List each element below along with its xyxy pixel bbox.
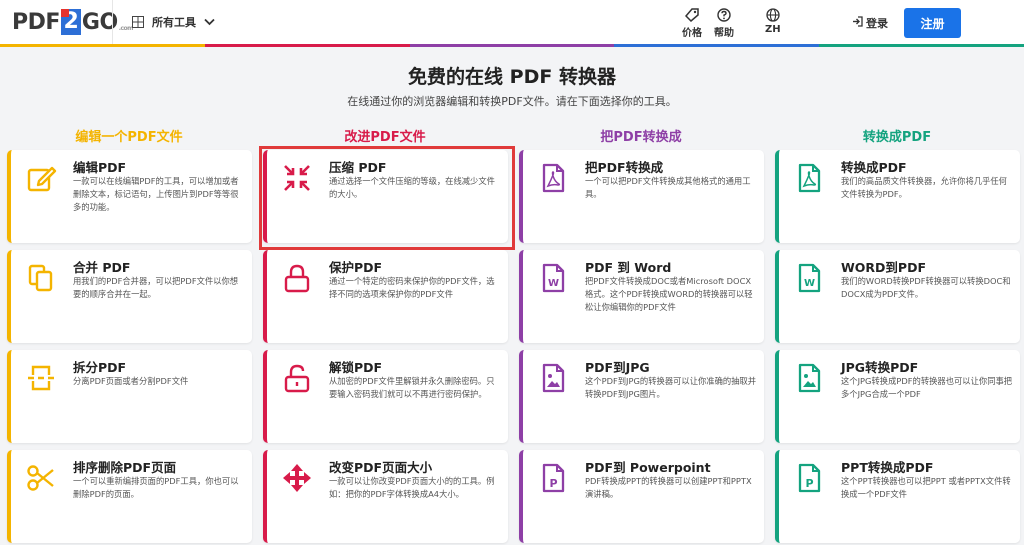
login-label: 登录: [866, 17, 888, 30]
all-tools-label: 所有工具: [152, 16, 196, 29]
tool-card-pdf-to-powerpoint[interactable]: P PDF到 Powerpoint PDF转换成PPT的转换器可以创建PPT和P…: [519, 450, 764, 543]
tool-description: 我们的WORD转换PDF转换器可以转换DOC和DOCX成为PDF文件。: [841, 276, 1011, 299]
image-file-icon: [793, 362, 825, 394]
svg-text:P: P: [805, 477, 813, 490]
tool-card-merge-pdf[interactable]: 合并 PDF 用我们的PDF合并器，可以把PDF文件以你想要的顺序合并在一起。: [7, 250, 252, 343]
tool-title: 压缩 PDF: [329, 160, 387, 175]
image-file-icon: [537, 362, 569, 394]
help-button[interactable]: 帮助: [714, 8, 734, 39]
tool-description: 把PDF文件转换成DOC或者Microsoft DOCX格式。这个PDF转换成W…: [585, 276, 753, 312]
pdf2go-logo[interactable]: PDF 2 GO .com: [12, 8, 133, 36]
tool-description: 这个PPT转换器也可以把PPT 或者PPTX文件转换成一个PDF文件: [841, 476, 1011, 499]
pricing-button[interactable]: 价格: [682, 8, 702, 39]
unlock-icon: [281, 362, 313, 394]
tool-title: 拆分PDF: [73, 360, 127, 375]
tool-title: 合并 PDF: [73, 260, 131, 275]
tool-title: 把PDF转换成: [585, 160, 664, 175]
all-tools-dropdown[interactable]: 所有工具: [132, 12, 215, 32]
heading-convert-to-pdf: 转换成PDF: [862, 130, 932, 145]
heading-improve-pdf: 改进PDF文件: [344, 130, 426, 145]
help-circle-icon: [717, 8, 731, 24]
scissors-icon: [25, 462, 57, 494]
pencil-icon: [25, 162, 57, 194]
pdf-file-icon: [537, 162, 569, 194]
tool-card-pdf-to-word[interactable]: W PDF 到 Word 把PDF文件转换成DOC或者Microsoft DOC…: [519, 250, 764, 343]
tool-title: 解锁PDF: [329, 360, 383, 375]
tool-description: 分离PDF页面或者分割PDF文件: [73, 376, 189, 386]
tool-card-edit-pdf[interactable]: 编辑PDF 一款可以在线编辑PDF的工具，可以增加或者删除文本，标记语句，上传图…: [7, 150, 252, 243]
svg-text:P: P: [549, 477, 557, 490]
chevron-down-icon: [204, 18, 215, 26]
tool-title: 转换成PDF: [841, 160, 907, 175]
globe-icon: [766, 8, 780, 24]
pricing-label: 价格: [682, 28, 702, 39]
tool-description: 一款可以让你改变PDF页面大小的的工具。例如：把你的PDF字体转换成A4大小。: [329, 476, 495, 499]
split-icon: [25, 362, 57, 394]
tool-description: 从加密的PDF文件里解锁并永久删除密码。只要输入密码我们就可以不再进行密码保护。: [329, 376, 495, 399]
svg-text:W: W: [548, 278, 559, 289]
word-file-icon: W: [793, 262, 825, 294]
tool-card-unlock-pdf[interactable]: 解锁PDF 从加密的PDF文件里解锁并永久删除密码。只要输入密码我们就可以不再进…: [263, 350, 508, 443]
heading-convert-from-pdf: 把PDF转换成: [600, 130, 682, 145]
color-stripe: [0, 44, 1024, 47]
tool-title: WORD到PDF: [841, 260, 926, 275]
tool-title: 排序删除PDF页面: [73, 460, 177, 475]
logo-suffix: .com: [118, 25, 134, 32]
tag-icon: [685, 8, 699, 24]
language-label: ZH: [765, 24, 781, 35]
compress-icon: [281, 162, 313, 194]
tool-card-word-to-pdf[interactable]: W WORD到PDF 我们的WORD转换PDF转换器可以转换DOC和DOCX成为…: [775, 250, 1020, 343]
tool-card-resize-pdf[interactable]: 改变PDF页面大小 一款可以让你改变PDF页面大小的的工具。例如：把你的PDF字…: [263, 450, 508, 543]
word-file-icon: W: [537, 262, 569, 294]
tool-card-pdf-to-jpg[interactable]: PDF到JPG 这个PDF到JPG的转换器可以让你准确的抽取并转换PDF到JPG…: [519, 350, 764, 443]
help-label: 帮助: [714, 28, 734, 39]
tool-card-ppt-to-pdf[interactable]: P PPT转换成PDF 这个PPT转换器也可以把PPT 或者PPTX文件转换成一…: [775, 450, 1020, 543]
tool-description: PDF转换成PPT的转换器可以创建PPT和PPTX演讲稿。: [585, 476, 752, 499]
top-navbar: PDF 2 GO .com 所有工具 价格 帮助 ZH 登录 注册: [0, 0, 1024, 44]
grid-icon: [132, 16, 144, 28]
move-arrows-icon: [281, 462, 313, 494]
tool-title: PDF到 Powerpoint: [585, 460, 711, 475]
ppt-file-icon: P: [537, 462, 569, 494]
tool-card-compress-pdf[interactable]: 压缩 PDF 通过选择一个文件压缩的等级，在线减少文件的大小。: [263, 150, 508, 243]
tool-title: 改变PDF页面大小: [329, 460, 433, 475]
tool-title: PPT转换成PDF: [841, 460, 934, 475]
tool-card-protect-pdf[interactable]: 保护PDF 通过一个特定的密码来保护你的PDF文件，选择不同的选项来保护你的PD…: [263, 250, 508, 343]
heading-edit-pdf: 编辑一个PDF文件: [75, 130, 183, 145]
tool-title: 保护PDF: [329, 260, 383, 275]
language-button[interactable]: ZH: [765, 8, 781, 35]
tool-description: 通过选择一个文件压缩的等级，在线减少文件的大小。: [329, 176, 495, 199]
tool-description: 一个可以重新编排页面的PDF工具，你也可以删除PDF的页面。: [73, 476, 239, 499]
page-title: 免费的在线 PDF 转换器: [408, 66, 616, 88]
tool-description: 通过一个特定的密码来保护你的PDF文件，选择不同的选项来保护你的PDF文件: [329, 276, 495, 299]
tool-card-jpg-to-pdf[interactable]: JPG转换PDF 这个JPG转换成PDF的转换器也可以让你同事把多个JPG合成一…: [775, 350, 1020, 443]
tool-description: 一款可以在线编辑PDF的工具，可以增加或者删除文本，标记语句，上传图片到PDF等…: [73, 176, 239, 212]
tool-card-convert-to-pdf[interactable]: 转换成PDF 我们的高品质文件转换器，允许你将几乎任何文件转换为PDF。: [775, 150, 1020, 243]
signup-button[interactable]: 注册: [904, 8, 961, 38]
tool-description: 这个PDF到JPG的转换器可以让你准确的抽取并转换PDF到JPG图片。: [585, 376, 757, 399]
tool-description: 我们的高品质文件转换器，允许你将几乎任何文件转换为PDF。: [841, 176, 1007, 199]
tool-description: 一个可以把PDF文件转换成其他格式的通用工具。: [585, 176, 751, 199]
tool-description: 这个JPG转换成PDF的转换器也可以让你同事把多个JPG合成一个PDF: [841, 376, 1013, 399]
tool-title: JPG转换PDF: [841, 360, 919, 375]
tool-title: 编辑PDF: [73, 160, 127, 175]
tool-title: PDF到JPG: [585, 360, 650, 375]
ppt-file-icon: P: [793, 462, 825, 494]
svg-text:W: W: [804, 278, 815, 289]
lock-icon: [281, 262, 313, 294]
pdf-file-icon: [793, 162, 825, 194]
tool-title: PDF 到 Word: [585, 260, 672, 275]
tool-card-sort-delete-pages[interactable]: 排序删除PDF页面 一个可以重新编排页面的PDF工具，你也可以删除PDF的页面。: [7, 450, 252, 543]
copy-icon: [25, 262, 57, 294]
header-divider: [112, 0, 113, 44]
login-button[interactable]: 登录: [852, 15, 888, 31]
login-arrow-icon: [852, 16, 863, 30]
tool-card-convert-from-pdf[interactable]: 把PDF转换成 一个可以把PDF文件转换成其他格式的通用工具。: [519, 150, 764, 243]
page-subtitle: 在线通过你的浏览器编辑和转换PDF文件。请在下面选择你的工具。: [347, 95, 677, 108]
logo-text-mid: 2: [60, 9, 81, 35]
tool-description: 用我们的PDF合并器，可以把PDF文件以你想要的顺序合并在一起。: [73, 276, 239, 299]
tool-card-split-pdf[interactable]: 拆分PDF 分离PDF页面或者分割PDF文件: [7, 350, 252, 443]
logo-text-left: PDF: [12, 9, 60, 35]
